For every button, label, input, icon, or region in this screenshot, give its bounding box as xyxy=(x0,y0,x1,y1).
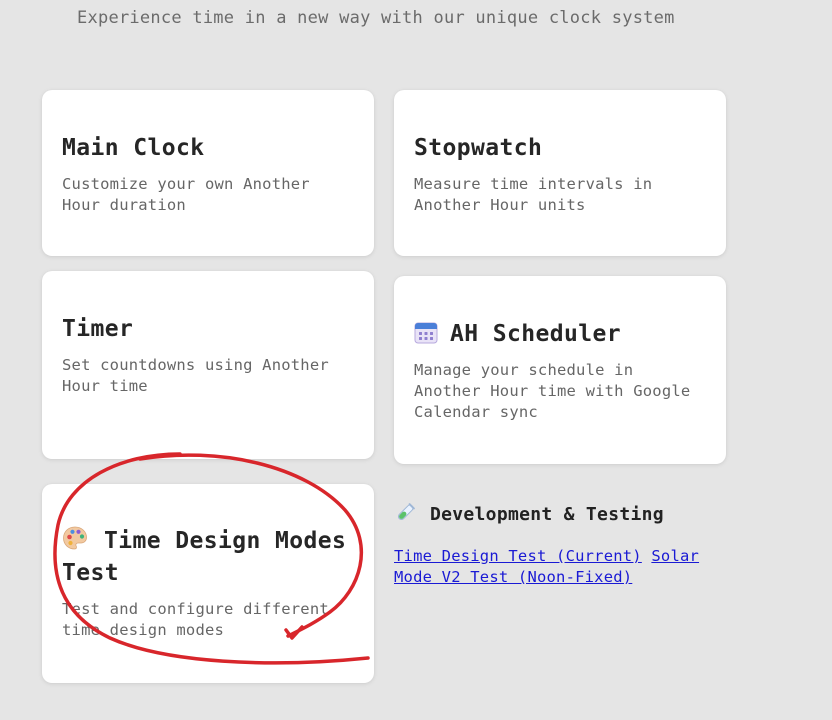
card-title: Timer xyxy=(62,316,134,342)
card-description: Manage your schedule in Another Hour tim… xyxy=(414,361,691,421)
main-clock-card[interactable]: Main Clock Customize your own Another Ho… xyxy=(42,90,374,256)
timer-card[interactable]: Timer Set countdowns using Another Hour … xyxy=(42,271,374,459)
page-subtitle: Experience time in a new way with our un… xyxy=(77,8,675,28)
scheduler-card[interactable]: AH Scheduler Manage your schedule in Ano… xyxy=(394,276,726,464)
card-title: Stopwatch xyxy=(414,135,543,161)
time-design-modes-card[interactable]: Time Design Modes Test Test and configur… xyxy=(42,484,374,683)
stopwatch-card[interactable]: Stopwatch Measure time intervals in Anot… xyxy=(394,90,726,256)
card-description: Measure time intervals in Another Hour u… xyxy=(414,175,653,214)
test-tube-icon xyxy=(394,502,416,524)
card-title: Main Clock xyxy=(62,135,205,161)
section-heading-row: Development & Testing xyxy=(394,502,734,528)
development-section: Development & Testing Time Design Test (… xyxy=(394,502,734,588)
card-description: Set countdowns using Another Hour time xyxy=(62,356,329,395)
card-title: AH Scheduler xyxy=(450,321,621,347)
palette-icon xyxy=(62,525,88,551)
card-description: Test and configure different time design… xyxy=(62,600,329,639)
card-title-row: AH Scheduler xyxy=(414,318,706,350)
calendar-icon xyxy=(414,320,438,344)
card-description: Customize your own Another Hour duration xyxy=(62,175,310,214)
page: Experience time in a new way with our un… xyxy=(0,0,832,720)
card-title-row: Time Design Modes Test xyxy=(62,525,354,589)
dev-links: Time Design Test (Current) Solar Mode V2… xyxy=(394,546,734,588)
card-title: Time Design Modes Test xyxy=(62,528,347,586)
section-heading: Development & Testing xyxy=(430,504,664,525)
time-design-test-link[interactable]: Time Design Test (Current) xyxy=(394,547,642,565)
